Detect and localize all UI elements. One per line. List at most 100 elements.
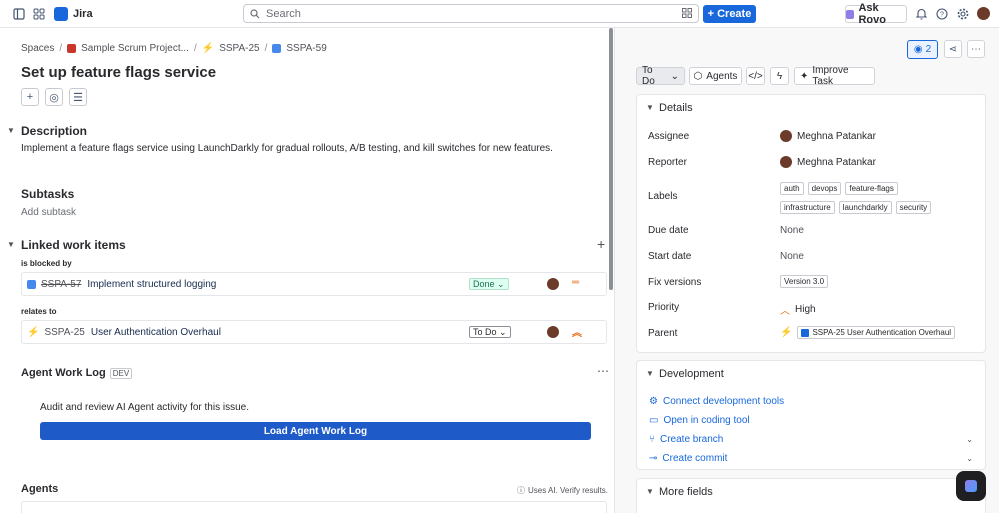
open-coding-tool-link[interactable]: ▭ Open in coding tool xyxy=(649,415,750,426)
linked-item-key[interactable]: SSPA-25 xyxy=(44,327,84,338)
description-text[interactable]: Implement a feature flags service using … xyxy=(21,143,553,154)
linked-item-key[interactable]: SSPA-57 xyxy=(41,279,81,290)
load-agent-log-button[interactable]: Load Agent Work Log xyxy=(40,422,591,440)
search-input[interactable]: Search xyxy=(243,4,699,23)
more-actions-icon[interactable]: ⋯ xyxy=(967,40,985,58)
relation-label: relates to xyxy=(21,307,57,316)
more-options-icon[interactable]: ⋯ xyxy=(597,364,609,378)
label-tag[interactable]: security xyxy=(895,201,932,214)
breadcrumb-issue[interactable]: SSPA-59 xyxy=(286,43,326,54)
label-tag[interactable]: launchdarkly xyxy=(838,201,892,214)
create-button[interactable]: + Create xyxy=(703,5,756,23)
fix-versions-field[interactable]: Version 3.0 xyxy=(780,275,829,288)
priority-value: High xyxy=(795,304,816,315)
due-date-label: Due date xyxy=(648,225,689,236)
more-fields-card[interactable]: ▼ More fields xyxy=(636,478,986,513)
issue-actions: + ◎ ☰ xyxy=(21,88,87,106)
agent-work-log-heading: Agent Work Log DEV xyxy=(21,367,133,379)
improve-task-button[interactable]: ✦ Improve Task xyxy=(794,65,875,87)
development-collapse-icon[interactable]: ▼ xyxy=(646,369,654,378)
status-dropdown[interactable]: To Do ⌄ xyxy=(469,326,511,338)
linked-collapse-icon[interactable]: ▼ xyxy=(7,240,15,249)
rovo-chat-button[interactable] xyxy=(956,471,986,501)
agent-hex-icon: ⬡ xyxy=(693,70,703,82)
help-icon[interactable]: ? xyxy=(934,6,950,22)
add-button[interactable]: + xyxy=(21,88,39,106)
agents-button[interactable]: ⬡ Agents xyxy=(689,67,742,85)
label-tag[interactable]: auth xyxy=(780,182,804,195)
agent-row[interactable] xyxy=(21,501,607,513)
linked-item-row[interactable]: SSPA-57 Implement structured logging Don… xyxy=(21,272,607,296)
linked-item-summary[interactable]: User Authentication Overhaul xyxy=(91,327,221,338)
linked-item-summary[interactable]: Implement structured logging xyxy=(87,279,216,290)
checklist-button[interactable]: ☰ xyxy=(69,88,87,106)
chevron-down-icon: ⌄ xyxy=(499,326,507,337)
chevron-down-icon[interactable]: ⌄ xyxy=(966,435,973,444)
window-icon: ▭ xyxy=(649,415,659,426)
code-button[interactable]: </> xyxy=(746,67,765,85)
fix-versions-label: Fix versions xyxy=(648,277,702,288)
watchers-button[interactable]: ◉ 2 xyxy=(907,40,938,59)
parent-label: Parent xyxy=(648,328,678,339)
more-fields-collapse-icon[interactable]: ▼ xyxy=(646,487,654,496)
filter-icon[interactable] xyxy=(682,8,692,21)
breadcrumb-project[interactable]: Sample Scrum Project... xyxy=(81,43,189,54)
apps-button[interactable]: ◎ xyxy=(45,88,63,106)
ask-rovo-button[interactable]: Ask Rovo xyxy=(845,2,907,26)
automation-button[interactable]: ϟ xyxy=(770,67,789,85)
assignee-avatar[interactable] xyxy=(547,326,559,338)
labels-field[interactable]: auth devops feature-flags infrastructure lau… xyxy=(780,180,955,218)
settings-gear-icon[interactable] xyxy=(955,6,971,22)
parent-field[interactable]: ⚡ SSPA-25 User Authentication Overhaul xyxy=(780,326,956,339)
project-icon xyxy=(67,44,77,53)
priority-high-icon: ︽ xyxy=(572,328,582,339)
relation-label: is blocked by xyxy=(21,259,72,268)
notifications-bell-icon[interactable] xyxy=(913,6,929,22)
branch-icon: ⑂ xyxy=(649,434,655,445)
add-link-plus-icon[interactable]: + xyxy=(597,236,605,252)
label-tag[interactable]: infrastructure xyxy=(780,201,835,214)
start-date-label: Start date xyxy=(648,251,692,262)
priority-field[interactable]: ︿ High xyxy=(780,302,816,317)
due-date-value: None xyxy=(780,225,804,236)
add-subtask-link[interactable]: Add subtask xyxy=(21,207,76,218)
parent-tag[interactable]: SSPA-25 User Authentication Overhaul xyxy=(797,326,956,339)
linked-item-row[interactable]: ⚡ SSPA-25 User Authentication Overhaul T… xyxy=(21,320,607,344)
reporter-field[interactable]: Meghna Patankar xyxy=(780,156,876,168)
parent-value: SSPA-25 User Authentication Overhaul xyxy=(812,328,952,337)
link-text: Create commit xyxy=(662,453,728,464)
more-fields-heading: More fields xyxy=(659,486,713,498)
status-button[interactable]: To Do ⌄ xyxy=(636,65,685,87)
description-collapse-icon[interactable]: ▼ xyxy=(7,126,15,135)
label-tag[interactable]: devops xyxy=(807,182,842,195)
create-commit-link[interactable]: ⊸ Create commit xyxy=(649,453,727,464)
watchers-count: 2 xyxy=(925,44,932,55)
assignee-field[interactable]: Meghna Patankar xyxy=(780,130,876,142)
chevron-down-icon[interactable]: ⌄ xyxy=(966,454,973,463)
connect-dev-tools-link[interactable]: ⚙ Connect development tools xyxy=(649,396,784,407)
status-label: Done xyxy=(473,279,495,289)
sidebar-toggle-icon[interactable] xyxy=(11,6,27,22)
app-switcher-icon[interactable] xyxy=(31,6,47,22)
share-icon[interactable]: ⋖ xyxy=(944,40,962,58)
label-tag[interactable]: feature-flags xyxy=(845,182,898,195)
scrollbar[interactable] xyxy=(609,28,613,290)
details-collapse-icon[interactable]: ▼ xyxy=(646,103,654,112)
due-date-field[interactable]: None xyxy=(780,225,804,236)
user-avatar[interactable] xyxy=(977,7,990,20)
start-date-field[interactable]: None xyxy=(780,251,804,262)
checklist-icon: ☰ xyxy=(73,91,83,104)
info-icon: ⓘ xyxy=(517,486,525,495)
issue-title[interactable]: Set up feature flags service xyxy=(21,64,216,81)
assignee-avatar[interactable] xyxy=(547,278,559,290)
breadcrumb-epic[interactable]: SSPA-25 xyxy=(219,43,259,54)
svg-text:?: ? xyxy=(940,12,944,19)
create-branch-link[interactable]: ⑂ Create branch xyxy=(649,434,723,445)
link-text: Create branch xyxy=(660,434,724,445)
assignee-avatar xyxy=(780,130,792,142)
status-dropdown[interactable]: Done ⌄ xyxy=(469,278,509,290)
breadcrumb-spaces[interactable]: Spaces xyxy=(21,43,54,54)
eye-icon: ◉ xyxy=(913,44,923,55)
details-card: ▼ Details Assignee Meghna Patankar Repor… xyxy=(636,94,986,353)
jira-logo[interactable]: Jira xyxy=(54,7,93,21)
